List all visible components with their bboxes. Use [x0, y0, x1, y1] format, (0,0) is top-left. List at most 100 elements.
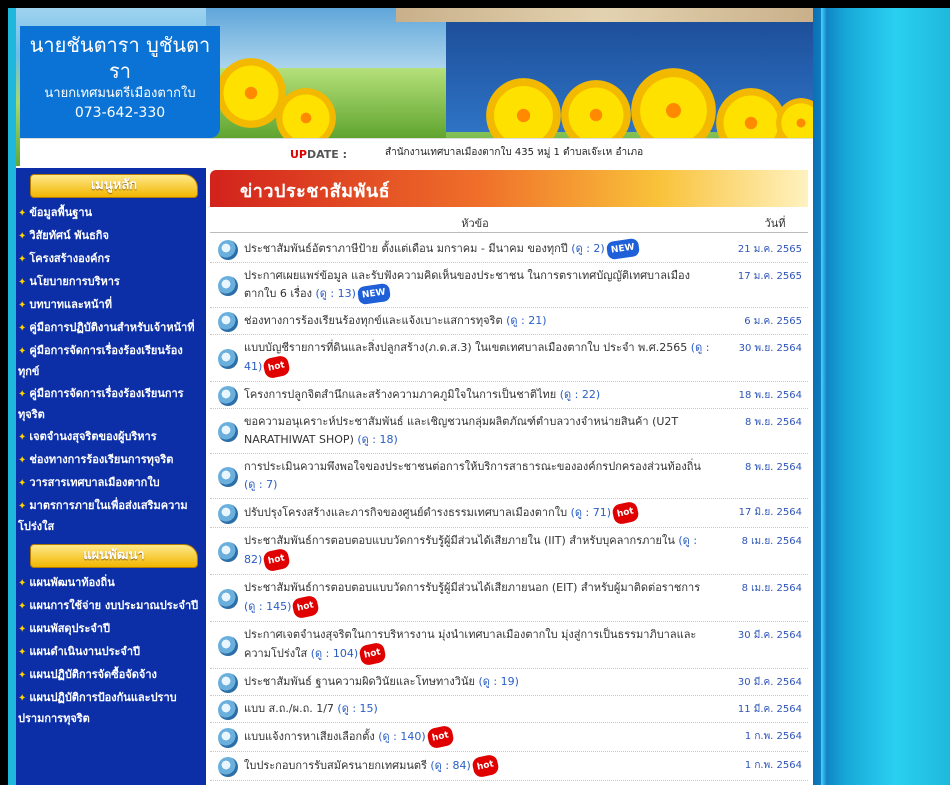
star-bullet-icon: ✦ — [18, 455, 27, 466]
news-title-link[interactable]: แบบบัญชีรายการที่ดินและสิ่งปลูกสร้าง(ภ.ด… — [244, 339, 714, 380]
news-title-link[interactable]: แบบ ส.ถ./ผ.ถ. 1/7 (ดู : 15) — [244, 700, 714, 718]
plan-menu-item-label: แผนปฏิบัติการป้องกันและปราบปรามการทุจริต — [18, 691, 177, 725]
plan-menu-item[interactable]: ✦ แผนพัฒนาท้องถิ่น — [18, 572, 202, 595]
news-date: 1 ก.พ. 2564 — [744, 731, 802, 742]
news-row: ประชาสัมพันธ์การตอบตอบแบบวัดการรับรู้ผู้… — [210, 528, 808, 575]
star-bullet-icon: ✦ — [18, 693, 27, 704]
view-count: (ดู : 104) — [310, 647, 359, 660]
hot-badge-icon: hot — [358, 641, 387, 667]
news-bullet-icon — [218, 700, 238, 720]
main-menu-item[interactable]: ✦ โครงสร้างองค์กร — [18, 248, 202, 271]
main-menu-item-label: ช่องทางการร้องเรียนการทุจริต — [29, 453, 174, 466]
news-bullet-icon — [218, 588, 238, 609]
news-title-text: ช่องทางการร้องเรียนร้องทุกข์และแจ้งเบาะแ… — [244, 314, 507, 327]
main-menu-item[interactable]: ✦ ข้อมูลพื้นฐาน — [18, 202, 202, 225]
news-bullet-icon — [218, 466, 238, 487]
star-bullet-icon: ✦ — [18, 478, 27, 489]
star-bullet-icon: ✦ — [18, 208, 27, 219]
plan-menu-item[interactable]: ✦ แผนการใช้จ่าย งบประมาณประจำปี — [18, 595, 202, 618]
news-row: ประชาสัมพันธ์อัตราภาษีป้าย ตั้งแต่เดือน … — [210, 236, 808, 263]
news-row: แบบบัญชีรายการที่ดินและสิ่งปลูกสร้าง(ภ.ด… — [210, 335, 808, 382]
news-title-link[interactable]: ใบประกอบการรับสมัครนายกเทศมนตรี (ดู : 84… — [244, 753, 714, 779]
update-bar: UPDATE : สำนักงานเทศบาลเมืองตากใบ 435 หม… — [20, 138, 813, 166]
main-menu-item[interactable]: ✦ ช่องทางการร้องเรียนการทุจริต — [18, 449, 202, 472]
news-title-link[interactable]: ประชาสัมพันธ์ ฐานความผิดวินัยและโทษทางวิ… — [244, 673, 714, 691]
news-title-link[interactable]: ประชาสัมพันธ์การตอบตอบแบบวัดการรับรู้ผู้… — [244, 532, 714, 573]
main-menu-item-label: คู่มือการจัดการเรื่องร้องเรียนการทุจริต — [18, 387, 184, 421]
view-count: (ดู : 18) — [357, 433, 398, 446]
new-badge-icon: NEW — [356, 282, 391, 306]
main-menu-item-label: วารสารเทศบาลเมืองตากใบ — [29, 476, 160, 489]
news-title-link[interactable]: ประชาสัมพันธ์อัตราภาษีป้าย ตั้งแต่เดือน … — [244, 237, 714, 261]
right-background — [813, 8, 950, 785]
main-menu-item[interactable]: ✦ คู่มือการจัดการเรื่องร้องเรียนการทุจริต — [18, 383, 202, 426]
news-date: 8 พ.ย. 2564 — [745, 417, 802, 428]
page: นายชันตารา บูชันตารา นายกเทศมนตรีเมืองตา… — [8, 8, 950, 785]
star-bullet-icon: ✦ — [18, 624, 27, 635]
update-marquee[interactable]: สำนักงานเทศบาลเมืองตากใบ 435 หมู่ 1 ตำบล… — [385, 145, 805, 160]
news-date: 8 พ.ย. 2564 — [745, 462, 802, 473]
view-count: (ดู : 21) — [506, 314, 547, 327]
main-menu-item[interactable]: ✦ เจตจำนงสุจริตของผู้บริหาร — [18, 426, 202, 449]
news-date: 6 ม.ค. 2565 — [744, 316, 802, 327]
news-title-link[interactable]: โครงการปลูกจิตสำนึกและสร้างความภาคภูมิใจ… — [244, 386, 714, 404]
news-title-link[interactable]: แบบแจ้งการหาเสียงเลือกตั้ง (ดู : 140) hot — [244, 724, 714, 750]
main-menu-item[interactable]: ✦ คู่มือการปฏิบัติงานสำหรับเจ้าหน้าที่ — [18, 317, 202, 340]
new-badge-icon: NEW — [605, 237, 640, 261]
news-title-link[interactable]: การประเมินความพึงพอใจของประชาชนต่อการให้… — [244, 458, 714, 494]
news-heading-bar: ข่าวประชาสัมพันธ์ — [210, 170, 808, 207]
view-count: (ดู : 71) — [570, 506, 612, 519]
main-menu-item[interactable]: ✦ คู่มือการจัดการเรื่องร้องเรียนร้องทุกข์ — [18, 340, 202, 383]
main-menu-item[interactable]: ✦ บทบาทและหน้าที่ — [18, 294, 202, 317]
star-bullet-icon: ✦ — [18, 601, 27, 612]
news-title-text: การประเมินความพึงพอใจของประชาชนต่อการให้… — [244, 460, 701, 473]
news-row: ใบประกอบการรับสมัครนายกเทศมนตรี (ดู : 84… — [210, 752, 808, 781]
view-count: (ดู : 13) — [315, 287, 356, 300]
column-date-header: วันที่ — [764, 217, 786, 230]
plan-menu-item-label: แผนดำเนินงานประจำปี — [29, 645, 141, 658]
news-title-link[interactable]: ช่องทางการร้องเรียนร้องทุกข์และแจ้งเบาะแ… — [244, 312, 714, 330]
plan-menu-item[interactable]: ✦ แผนปฏิบัติการจัดซื้อจัดจ้าง — [18, 664, 202, 687]
sidebar: เมนูหลัก ✦ ข้อมูลพื้นฐาน ✦ วิสัยทัศน์ พันธก… — [16, 168, 206, 785]
mayor-name: นายชันตารา บูชันตารา — [29, 33, 211, 83]
plan-menu-item[interactable]: ✦ แผนดำเนินงานประจำปี — [18, 641, 202, 664]
main-menu-item-label: เจตจำนงสุจริตของผู้บริหาร — [29, 430, 157, 443]
main-menu-item[interactable]: ✦ วิสัยทัศน์ พันธกิจ — [18, 225, 202, 248]
news-date: 30 มี.ค. 2564 — [737, 677, 802, 688]
news-bullet-icon — [218, 756, 238, 777]
news-row: ปรับปรุงโครงสร้างและภารกิจของศูนย์ดำรงธร… — [210, 499, 808, 528]
header-banner: นายชันตารา บูชันตารา นายกเทศมนตรีเมืองตา… — [16, 8, 813, 166]
view-count: (ดู : 2) — [571, 242, 605, 255]
view-count: (ดู : 15) — [337, 702, 378, 715]
news-title-text: แบบบัญชีรายการที่ดินและสิ่งปลูกสร้าง(ภ.ด… — [244, 341, 691, 354]
star-bullet-icon: ✦ — [18, 670, 27, 681]
plan-menu-item-label: แผนพัสดุประจำปี — [29, 622, 110, 635]
view-count: (ดู : 7) — [244, 478, 278, 491]
plan-menu-item-label: แผนปฏิบัติการจัดซื้อจัดจ้าง — [29, 668, 157, 681]
main-menu-item-label: นโยบายการบริหาร — [29, 275, 120, 288]
main-menu-item[interactable]: ✦ มาตรการภายในเพื่อส่งเสริมความโปร่งใส — [18, 495, 202, 538]
banner-top-border — [396, 8, 813, 22]
main-menu-item[interactable]: ✦ วารสารเทศบาลเมืองตากใบ — [18, 472, 202, 495]
news-row: โครงการปลูกจิตสำนึกและสร้างความภาคภูมิใจ… — [210, 382, 808, 409]
news-list: ประชาสัมพันธ์อัตราภาษีป้าย ตั้งแต่เดือน … — [210, 236, 808, 781]
main-menu-item[interactable]: ✦ นโยบายการบริหาร — [18, 271, 202, 294]
plan-menu-item[interactable]: ✦ แผนพัสดุประจำปี — [18, 618, 202, 641]
news-date: 8 เม.ย. 2564 — [741, 536, 802, 547]
news-title-link[interactable]: ปรับปรุงโครงสร้างและภารกิจของศูนย์ดำรงธร… — [244, 500, 714, 526]
news-title-text: โครงการปลูกจิตสำนึกและสร้างความภาคภูมิใจ… — [244, 388, 560, 401]
news-bullet-icon — [218, 348, 238, 369]
star-bullet-icon: ✦ — [18, 389, 27, 400]
news-title-link[interactable]: ประชาสัมพันธ์การตอบตอบแบบวัดการรับรู้ผู้… — [244, 579, 714, 620]
news-row: แบบแจ้งการหาเสียงเลือกตั้ง (ดู : 140) hot… — [210, 723, 808, 752]
news-title-link[interactable]: ขอความอนุเคราะห์ประชาสัมพันธ์ และเชิญชวน… — [244, 413, 714, 449]
hot-badge-icon: hot — [262, 354, 292, 380]
news-date: 17 มิ.ย. 2564 — [738, 507, 802, 518]
plan-menu-item[interactable]: ✦ แผนปฏิบัติการป้องกันและปราบปรามการทุจริ… — [18, 687, 202, 730]
news-title-link[interactable]: ประกาศเจตจำนงสุจริตในการบริหารงาน มุ่งนำ… — [244, 626, 714, 667]
news-bullet-icon — [218, 240, 238, 260]
news-title-link[interactable]: ประกาศเผยแพร่ข้อมูล และรับฟังความคิดเห็น… — [244, 267, 714, 306]
news-heading: ข่าวประชาสัมพันธ์ — [240, 181, 391, 202]
star-bullet-icon: ✦ — [18, 323, 27, 334]
main-menu-item-label: มาตรการภายในเพื่อส่งเสริมความโปร่งใส — [18, 499, 188, 533]
